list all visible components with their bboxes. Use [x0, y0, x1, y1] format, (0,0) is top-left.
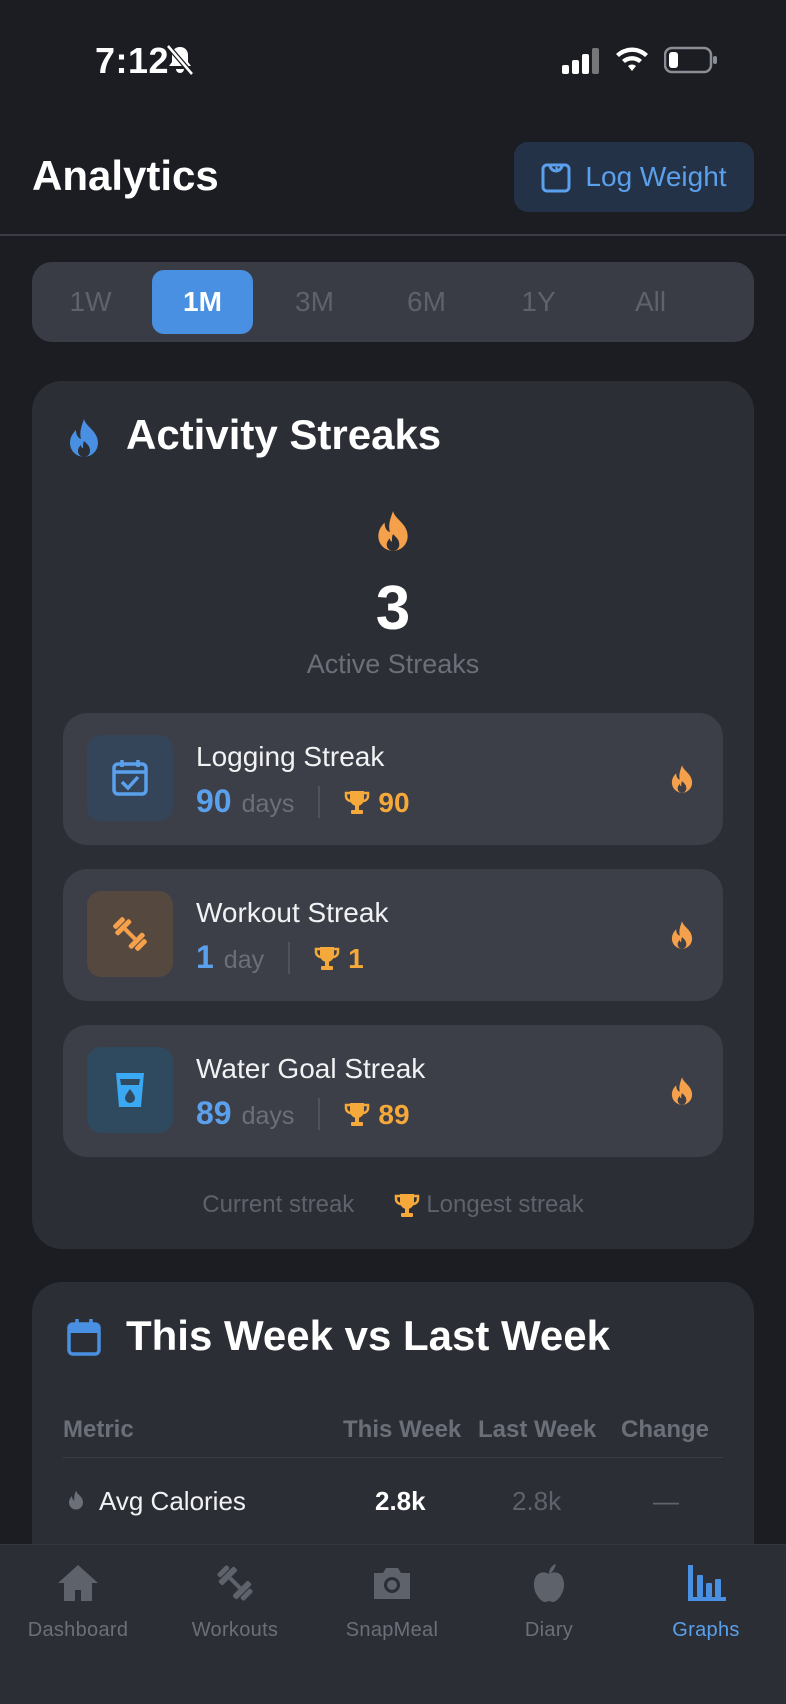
column-header: Last Week	[478, 1416, 597, 1443]
status-bar: 7:12	[0, 0, 786, 110]
calendar-check-icon	[112, 760, 148, 796]
streak-row-logging[interactable]: Logging Streak 90 days 90	[63, 713, 723, 845]
trophy-icon	[395, 1194, 420, 1217]
this-week-value: 2.8k	[375, 1486, 426, 1516]
dumbbell-icon	[113, 917, 147, 951]
tab-graphs[interactable]: Graphs	[631, 1561, 781, 1671]
flame-icon	[70, 419, 98, 457]
trophy-icon	[345, 1102, 370, 1126]
streak-icon-box	[87, 891, 173, 977]
flame-icon	[671, 765, 693, 793]
apple-icon	[533, 1564, 565, 1602]
home-icon	[58, 1565, 98, 1601]
bell-muted-icon	[166, 44, 194, 76]
status-time: 7:12	[95, 40, 170, 81]
tab-label: Diary	[524, 1619, 574, 1641]
activity-streaks-title: Activity Streaks	[126, 411, 442, 458]
range-tab-1w[interactable]: 1W	[40, 270, 141, 334]
page-title: Analytics	[32, 152, 219, 199]
tab-diary[interactable]: Diary	[474, 1561, 624, 1671]
divider	[288, 941, 291, 974]
streak-unit: day	[223, 946, 265, 974]
range-tab-3m[interactable]: 3M	[264, 270, 365, 334]
camera-icon	[374, 1568, 410, 1599]
streak-stats: 90 days 90	[196, 783, 410, 820]
trophy-icon	[345, 790, 370, 814]
longest-streak-value: 90	[378, 787, 410, 818]
log-weight-label: Log Weight	[585, 161, 727, 192]
tab-dashboard[interactable]: Dashboard	[3, 1561, 153, 1671]
scale-icon	[541, 163, 571, 193]
column-header: Metric	[63, 1416, 134, 1443]
streak-unit: days	[241, 790, 295, 818]
table-header: Metric This Week Last Week Change	[63, 1408, 723, 1458]
change-value: —	[653, 1486, 679, 1516]
longest-streak-value: 1	[348, 943, 364, 974]
streak-row-workout[interactable]: Workout Streak 1 day 1	[63, 869, 723, 1001]
time-range-selector: 1W 1M 3M 6M 1Y All	[32, 262, 754, 342]
range-tab-all[interactable]: All	[600, 270, 701, 334]
streak-legend: Current streak Longest streak	[32, 1191, 754, 1219]
table-row: Avg Calories 2.8k 2.8k —	[63, 1462, 723, 1542]
range-tab-6m[interactable]: 6M	[376, 270, 477, 334]
streak-name: Water Goal Streak	[196, 1053, 426, 1084]
streak-name: Logging Streak	[196, 741, 385, 772]
divider	[318, 785, 321, 818]
dumbbell-icon	[217, 1565, 253, 1601]
water-glass-icon	[116, 1073, 144, 1107]
divider	[318, 1097, 321, 1130]
streak-stats: 89 days 89	[196, 1095, 410, 1132]
bottom-tab-bar: Dashboard Workouts SnapMeal Diary Graphs	[0, 1544, 786, 1704]
flame-icon	[671, 921, 693, 949]
legend-current: Current streak	[202, 1191, 355, 1218]
streak-row-water[interactable]: Water Goal Streak 89 days 89	[63, 1025, 723, 1157]
streak-unit: days	[241, 1102, 295, 1130]
cellular-signal-icon	[562, 48, 599, 74]
active-streak-label: Active Streaks	[306, 649, 480, 679]
column-header: This Week	[343, 1416, 462, 1443]
metric-name: Avg Calories	[99, 1486, 246, 1516]
range-tab-1m[interactable]: 1M	[152, 270, 253, 334]
tab-snapmeal[interactable]: SnapMeal	[317, 1561, 467, 1671]
streak-stats: 1 day 1	[196, 939, 364, 976]
wifi-icon	[616, 47, 648, 71]
column-header: Change	[621, 1416, 710, 1443]
range-tab-1y[interactable]: 1Y	[488, 270, 589, 334]
last-week-value: 2.8k	[512, 1486, 562, 1516]
tab-label: Workouts	[191, 1619, 279, 1641]
analytics-screen: 7:12 Analytics Log Weight 1W 1M 3M 6M 1Y…	[0, 0, 786, 1704]
battery-icon	[664, 46, 717, 74]
longest-streak-value: 89	[378, 1099, 410, 1130]
tab-label: Graphs	[672, 1619, 740, 1641]
tab-label: Dashboard	[27, 1619, 129, 1641]
flame-icon	[378, 511, 408, 551]
trophy-icon	[314, 946, 340, 970]
flame-icon	[671, 1077, 693, 1105]
current-streak-value: 89	[196, 1095, 232, 1131]
bar-chart-icon	[688, 1565, 726, 1601]
header: Analytics Log Weight	[0, 130, 786, 236]
current-streak-value: 1	[196, 939, 214, 975]
current-streak-value: 90	[196, 783, 232, 819]
streak-name: Workout Streak	[196, 897, 389, 928]
week-comparison-title: This Week vs Last Week	[126, 1312, 611, 1359]
flame-icon	[69, 1490, 83, 1510]
log-weight-button[interactable]: Log Weight	[514, 142, 754, 212]
activity-streaks-card: Activity Streaks 3 Active Streaks Loggin…	[32, 381, 754, 1249]
tab-workouts[interactable]: Workouts	[160, 1561, 310, 1671]
calendar-icon	[67, 1319, 101, 1356]
tab-label: SnapMeal	[345, 1619, 439, 1641]
streak-icon-box	[87, 1047, 173, 1133]
streak-icon-box	[87, 735, 173, 821]
legend-longest: Longest streak	[426, 1191, 584, 1218]
active-streak-count: 3	[375, 574, 411, 643]
